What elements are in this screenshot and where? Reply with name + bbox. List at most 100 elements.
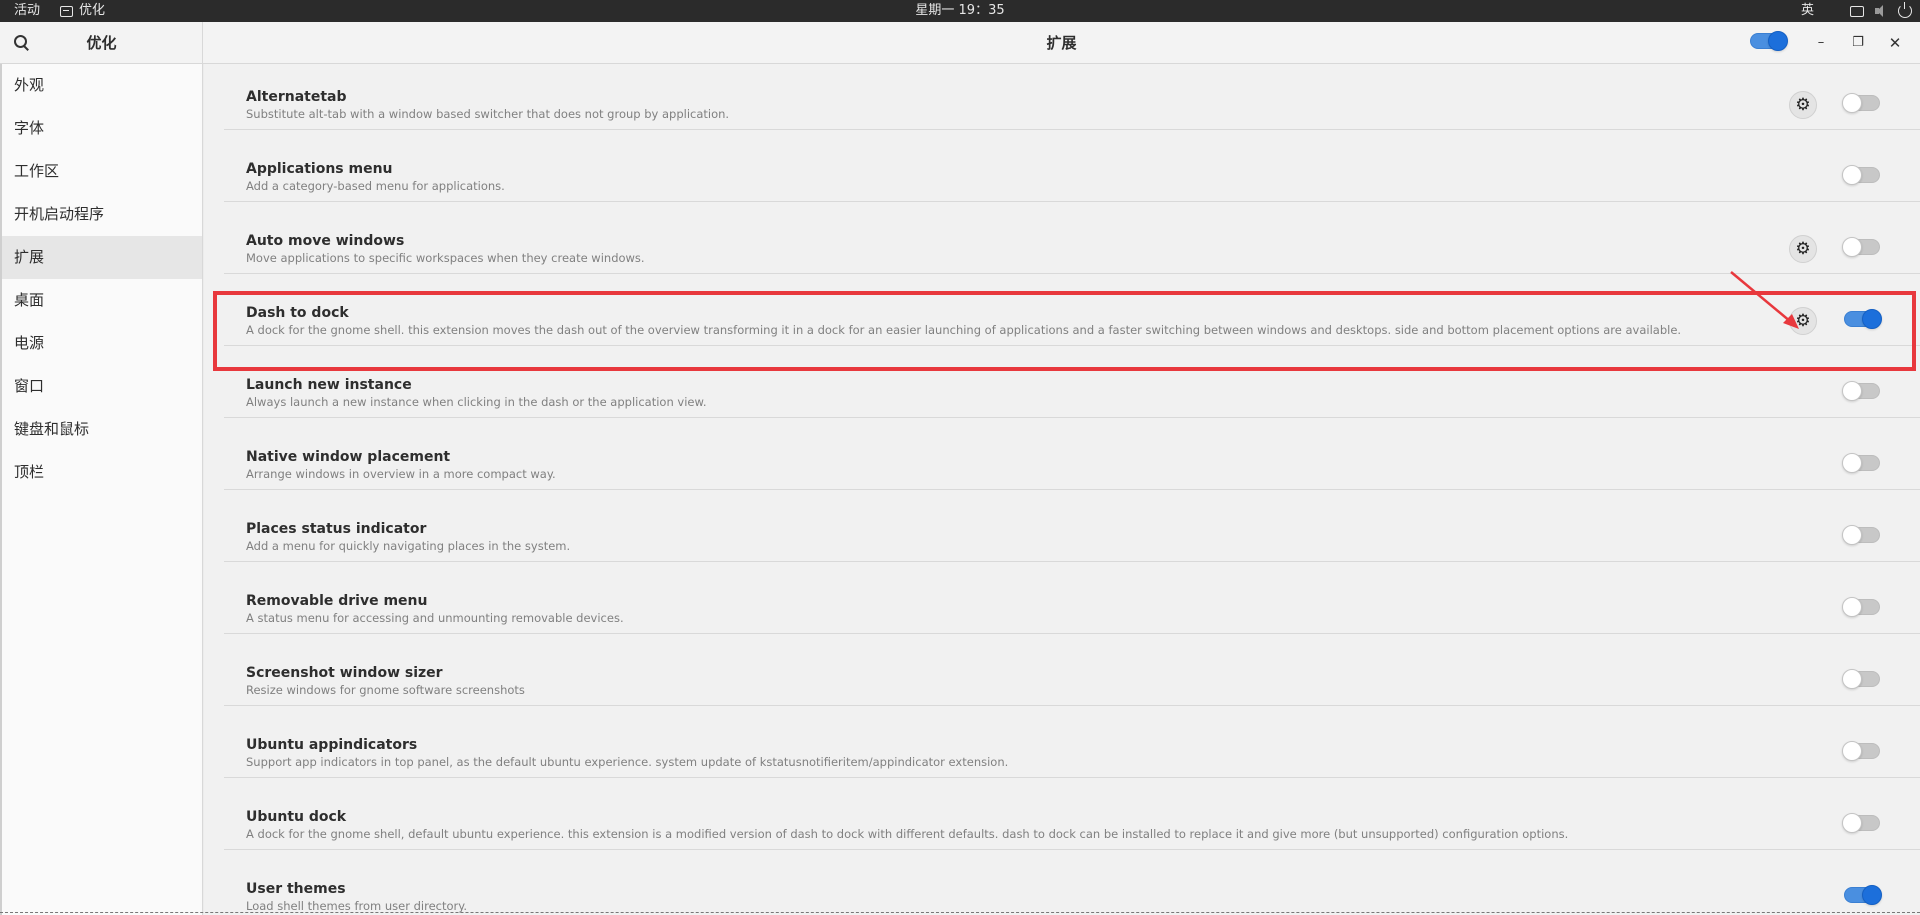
sidebar-item-fonts[interactable]: 字体 bbox=[2, 107, 202, 150]
extension-description: Arrange windows in overview in a more co… bbox=[246, 467, 556, 481]
gear-icon[interactable]: ⚙ bbox=[1789, 235, 1817, 263]
toggle-switch[interactable] bbox=[1842, 93, 1880, 113]
extension-description: A dock for the gnome shell, default ubun… bbox=[246, 827, 1569, 841]
sidebar-item-appearance[interactable]: 外观 bbox=[2, 64, 202, 107]
extension-name: Ubuntu appindicators bbox=[246, 737, 418, 753]
extension-description: Substitute alt-tab with a window based s… bbox=[246, 107, 730, 121]
app-title: 优化 bbox=[86, 34, 117, 52]
sidebar-item-workspaces[interactable]: 工作区 bbox=[2, 150, 202, 193]
power-icon[interactable] bbox=[1898, 2, 1912, 18]
system-tray[interactable] bbox=[1850, 0, 1912, 22]
extension-name: Applications menu bbox=[246, 161, 393, 177]
extension-row: Dash to dock A dock for the gnome shell. … bbox=[224, 274, 1920, 346]
screen-icon[interactable] bbox=[1850, 5, 1864, 17]
sidebar-item-top-bar[interactable]: 顶栏 bbox=[2, 451, 202, 494]
toggle-switch[interactable] bbox=[1842, 453, 1880, 473]
input-method-indicator[interactable]: 英 bbox=[1801, 0, 1814, 22]
extension-description: Always launch a new instance when clicki… bbox=[246, 395, 707, 409]
toggle-knob bbox=[1842, 453, 1862, 473]
toggle-knob bbox=[1768, 31, 1788, 51]
extension-toggle[interactable] bbox=[1844, 309, 1882, 329]
sidebar-item-keyboard-mouse[interactable]: 键盘和鼠标 bbox=[2, 408, 202, 451]
extension-toggle[interactable] bbox=[1844, 885, 1882, 905]
toggle-switch[interactable] bbox=[1750, 31, 1788, 51]
toggle-knob bbox=[1842, 741, 1862, 761]
extension-toggle[interactable] bbox=[1842, 453, 1880, 473]
toggle-knob bbox=[1842, 237, 1862, 257]
toggle-knob bbox=[1842, 813, 1862, 833]
app-menu-button[interactable]: 优化 bbox=[60, 0, 105, 22]
toggle-switch[interactable] bbox=[1842, 597, 1880, 617]
extension-name: Native window placement bbox=[246, 449, 451, 465]
toggle-knob bbox=[1842, 525, 1862, 545]
extension-name: Places status indicator bbox=[246, 521, 427, 537]
minimize-button[interactable]: – bbox=[1811, 33, 1831, 53]
extension-row: Places status indicator Add a menu for qu… bbox=[224, 490, 1920, 562]
toggle-knob bbox=[1862, 309, 1882, 329]
extension-list: Alternatetab Substitute alt-tab with a wi… bbox=[224, 64, 1920, 915]
extension-description: A dock for the gnome shell. this extensi… bbox=[246, 323, 1682, 337]
search-icon[interactable] bbox=[14, 35, 30, 51]
extension-row: User themes Load shell themes from user d… bbox=[224, 850, 1920, 915]
extension-description: Load shell themes from user directory. bbox=[246, 899, 468, 913]
extension-description: Support app indicators in top panel, as … bbox=[246, 755, 1009, 769]
extension-name: Dash to dock bbox=[246, 305, 349, 321]
toggle-switch[interactable] bbox=[1842, 669, 1880, 689]
extensions-master-toggle[interactable] bbox=[1750, 31, 1788, 51]
extension-toggle[interactable] bbox=[1842, 93, 1880, 113]
extension-toggle[interactable] bbox=[1842, 597, 1880, 617]
extension-row: Applications menu Add a category-based me… bbox=[224, 130, 1920, 202]
extension-name: Alternatetab bbox=[246, 89, 347, 105]
extension-toggle[interactable] bbox=[1842, 669, 1880, 689]
extension-row: Native window placement Arrange windows i… bbox=[224, 418, 1920, 490]
clock-area: 星期一 19：35 bbox=[0, 0, 1920, 22]
toggle-knob bbox=[1842, 381, 1862, 401]
toggle-knob bbox=[1842, 93, 1862, 113]
extension-description: Add a menu for quickly navigating places… bbox=[246, 539, 571, 553]
app-menu-label: 优化 bbox=[79, 3, 106, 18]
sidebar-item-windows[interactable]: 窗口 bbox=[2, 365, 202, 408]
extension-toggle[interactable] bbox=[1842, 741, 1880, 761]
toggle-knob bbox=[1842, 597, 1862, 617]
extension-description: Resize windows for gnome software screen… bbox=[246, 683, 525, 697]
extension-row: Screenshot window sizer Resize windows fo… bbox=[224, 634, 1920, 706]
extension-toggle[interactable] bbox=[1842, 813, 1880, 833]
extension-toggle[interactable] bbox=[1842, 165, 1880, 185]
sidebar-item-extensions[interactable]: 扩展 bbox=[2, 236, 202, 279]
extension-name: Screenshot window sizer bbox=[246, 665, 443, 681]
toggle-switch[interactable] bbox=[1842, 741, 1880, 761]
extension-description: Move applications to specific workspaces… bbox=[246, 251, 645, 265]
gear-icon[interactable]: ⚙ bbox=[1789, 307, 1817, 335]
sidebar: 外观 字体 工作区 开机启动程序 扩展 桌面 电源 窗口 键盘和鼠标 顶栏 bbox=[0, 64, 203, 915]
toggle-switch[interactable] bbox=[1844, 885, 1882, 905]
toggle-switch[interactable] bbox=[1842, 381, 1880, 401]
restore-button[interactable]: ❐ bbox=[1848, 33, 1868, 53]
extensions-panel: Alternatetab Substitute alt-tab with a wi… bbox=[204, 64, 1920, 915]
toggle-switch[interactable] bbox=[1844, 309, 1882, 329]
extension-name: Auto move windows bbox=[246, 233, 405, 249]
extension-toggle[interactable] bbox=[1842, 237, 1880, 257]
toggle-switch[interactable] bbox=[1842, 165, 1880, 185]
extension-name: Launch new instance bbox=[246, 377, 412, 393]
close-button[interactable]: ✕ bbox=[1885, 33, 1905, 53]
toggle-switch[interactable] bbox=[1842, 525, 1880, 545]
app-icon bbox=[60, 5, 73, 17]
extension-description: A status menu for accessing and unmounti… bbox=[246, 611, 624, 625]
clock[interactable]: 星期一 19：35 bbox=[915, 3, 1004, 18]
window-header-bar: 优化 扩展 – ❐ ✕ bbox=[0, 22, 1920, 64]
sidebar-item-startup-applications[interactable]: 开机启动程序 bbox=[2, 193, 202, 236]
gear-icon[interactable]: ⚙ bbox=[1789, 91, 1817, 119]
sidebar-item-desktop[interactable]: 桌面 bbox=[2, 279, 202, 322]
extension-toggle[interactable] bbox=[1842, 381, 1880, 401]
volume-icon[interactable] bbox=[1874, 4, 1888, 18]
extension-row: Auto move windows Move applications to sp… bbox=[224, 202, 1920, 274]
extension-row: Alternatetab Substitute alt-tab with a wi… bbox=[224, 64, 1920, 130]
toggle-switch[interactable] bbox=[1842, 237, 1880, 257]
activities-button[interactable]: 活动 bbox=[14, 0, 40, 22]
extension-toggle[interactable] bbox=[1842, 525, 1880, 545]
sidebar-item-power[interactable]: 电源 bbox=[2, 322, 202, 365]
toggle-knob bbox=[1862, 885, 1882, 905]
header-left: 优化 bbox=[0, 22, 203, 64]
toggle-switch[interactable] bbox=[1842, 813, 1880, 833]
extension-description: Add a category-based menu for applicatio… bbox=[246, 179, 505, 193]
